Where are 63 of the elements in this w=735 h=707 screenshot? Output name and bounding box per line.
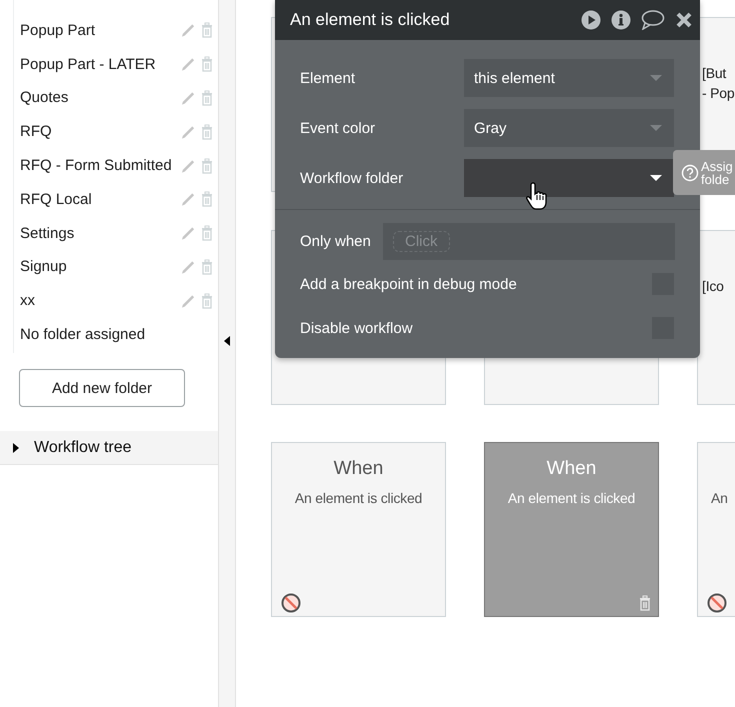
tooltip-text: Assig — [701, 160, 733, 172]
folder-name[interactable]: Popup Part — [20, 22, 181, 39]
close-icon[interactable] — [675, 11, 693, 29]
caret-down-icon — [650, 75, 662, 81]
collapse-arrow-icon[interactable] — [224, 336, 230, 346]
workflow-tree-row[interactable]: Workflow tree — [0, 431, 218, 466]
pencil-icon[interactable] — [181, 22, 196, 38]
pencil-icon[interactable] — [181, 258, 196, 275]
pencil-icon[interactable] — [181, 191, 196, 208]
folder-name[interactable]: No folder assigned — [20, 326, 214, 344]
field-label: Add a breakpoint in debug mode — [300, 276, 517, 292]
dropdown[interactable]: Gray — [464, 109, 674, 147]
folder-name[interactable]: xx — [20, 292, 181, 310]
card-title: When — [546, 458, 598, 480]
info-icon[interactable] — [611, 10, 631, 30]
field-label: Workflow folder — [300, 170, 404, 186]
pencil-icon[interactable] — [181, 56, 196, 72]
workflow-tree-label[interactable]: Workflow tree — [34, 438, 132, 457]
trash-icon[interactable] — [200, 225, 214, 242]
field-label: Element — [300, 70, 356, 86]
popup-title: An element is clicked — [290, 10, 450, 30]
field-label: Event color — [300, 120, 376, 136]
card-text: [But — [702, 64, 728, 83]
trash-icon[interactable] — [200, 56, 214, 72]
dropdown[interactable]: this element — [464, 59, 674, 97]
question-icon — [681, 164, 699, 182]
pencil-icon[interactable] — [181, 225, 196, 242]
pencil-icon[interactable] — [181, 90, 196, 106]
folder-name[interactable]: Popup Part - LATER — [20, 56, 181, 73]
card-text: An element is clicked — [506, 489, 636, 508]
folder-name[interactable]: Settings — [20, 224, 181, 242]
workflow-card[interactable]: [Ico — [697, 230, 735, 404]
card-text: An element is clicked — [294, 489, 424, 508]
pencil-icon[interactable] — [181, 158, 196, 174]
card-text: An — [711, 489, 729, 508]
pencil-icon[interactable] — [181, 124, 196, 140]
caret-right-icon[interactable] — [11, 442, 21, 453]
folder-name[interactable]: RFQ - Form Submitted — [20, 157, 181, 174]
play-icon[interactable] — [581, 10, 601, 30]
speech-bubble-icon[interactable] — [641, 10, 665, 30]
trash-icon[interactable] — [200, 124, 214, 140]
add-folder-button[interactable]: Add new folder — [19, 369, 185, 408]
trash-icon[interactable] — [200, 292, 214, 309]
trash-icon[interactable] — [638, 595, 652, 611]
trash-icon[interactable] — [200, 258, 214, 275]
folder-name[interactable]: RFQ — [20, 123, 181, 140]
field-label: Only when — [300, 233, 371, 250]
trash-icon[interactable] — [200, 158, 214, 174]
pencil-icon[interactable] — [181, 292, 196, 309]
trash-icon[interactable] — [200, 191, 214, 208]
card-title: When — [332, 458, 384, 480]
card-text: [Ico — [702, 276, 725, 296]
caret-down-icon — [650, 175, 662, 181]
field-label: Disable workflow — [300, 320, 413, 336]
card-text: - Pop — [702, 84, 735, 103]
caret-down-icon — [650, 125, 662, 131]
trash-icon[interactable] — [200, 90, 214, 106]
trash-icon[interactable] — [200, 22, 214, 38]
tooltip-text: folde — [701, 172, 730, 186]
folder-name[interactable]: Signup — [20, 258, 181, 276]
dropdown[interactable] — [464, 159, 674, 197]
folder-name[interactable]: Quotes — [20, 89, 181, 106]
folder-name[interactable]: RFQ Local — [20, 190, 181, 208]
